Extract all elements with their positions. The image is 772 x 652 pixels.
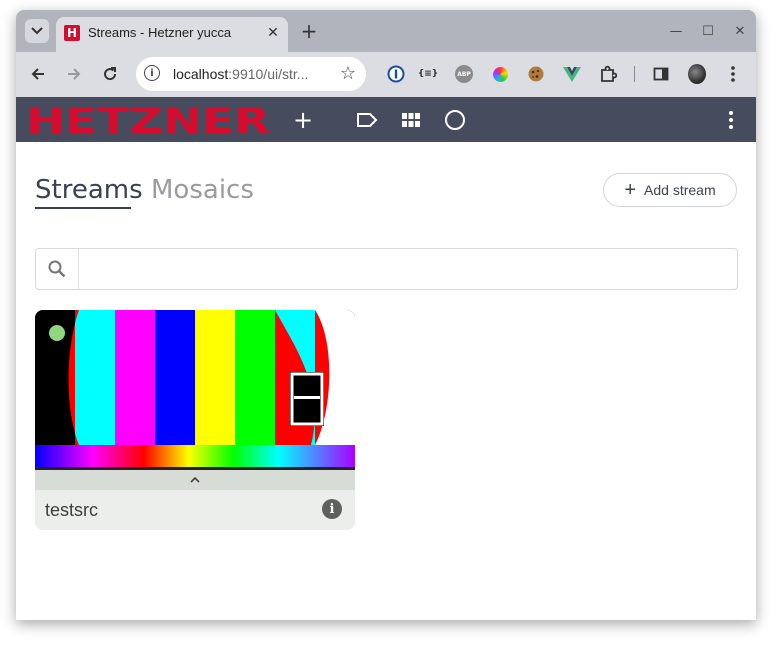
side-panel-icon[interactable] [652, 65, 670, 83]
cookie-icon[interactable] [527, 65, 545, 83]
maximize-icon[interactable]: ☐ [698, 21, 718, 41]
stream-card[interactable]: testsrc i [35, 310, 355, 530]
hetzner-logo[interactable]: HETZNER [26, 101, 272, 142]
label-tag-icon[interactable] [356, 109, 378, 131]
site-info-icon[interactable]: i [144, 65, 160, 81]
browser-toolbar: i localhost:9910/ui/str... ☆ {≡} ABP [16, 52, 756, 97]
window-close-icon[interactable]: ✕ [730, 21, 750, 41]
expand-toggle[interactable] [35, 470, 355, 490]
arrow-right-icon [68, 68, 81, 80]
browser-window: H Streams - Hetzner yucca ✕ + — ☐ ✕ i lo… [16, 10, 756, 620]
vue-devtools-icon[interactable] [563, 65, 581, 83]
app-bar: HETZNER + [16, 97, 756, 142]
add-stream-button[interactable]: + Add stream [603, 173, 737, 207]
tab-mosaics[interactable]: Mosaics [151, 175, 254, 205]
search-input[interactable] [80, 250, 734, 290]
forward-button[interactable] [62, 62, 86, 86]
active-tab-indicator [35, 207, 131, 209]
json-formatter-icon[interactable]: {≡} [418, 65, 438, 83]
stream-preview[interactable] [35, 310, 355, 470]
add-icon[interactable]: + [292, 106, 314, 134]
minimize-icon[interactable]: — [666, 21, 686, 41]
reload-icon [104, 67, 117, 81]
chevron-up-icon [190, 477, 200, 483]
tab-search-button[interactable] [25, 19, 49, 43]
extensions-puzzle-icon[interactable] [599, 65, 617, 83]
stream-name: testsrc [45, 500, 99, 520]
add-stream-label: Add stream [644, 182, 716, 198]
main-content: Streams Mosaics + Add stream testsrc i [16, 142, 756, 620]
tab-title: Streams - Hetzner yucca [88, 25, 232, 40]
stream-search [35, 248, 738, 290]
new-tab-button[interactable]: + [298, 19, 320, 43]
adblock-plus-icon[interactable]: ABP [455, 65, 473, 83]
hetzner-favicon-icon: H [64, 25, 80, 41]
plus-icon: + [624, 179, 637, 201]
profile-avatar-icon[interactable] [688, 64, 706, 84]
browser-tab[interactable]: H Streams - Hetzner yucca ✕ [56, 17, 288, 52]
1password-icon[interactable] [387, 65, 405, 83]
toolbar-divider [634, 66, 635, 82]
svg-text:HETZNER: HETZNER [26, 102, 270, 136]
reload-button[interactable] [98, 62, 122, 86]
adblock-label: ABP [455, 65, 473, 83]
arrow-left-icon [31, 68, 44, 80]
circle-icon[interactable] [444, 109, 466, 131]
address-bar[interactable]: i localhost:9910/ui/str... ☆ [136, 57, 366, 91]
color-picker-icon[interactable] [491, 65, 509, 83]
chevron-down-icon [31, 27, 43, 35]
bookmark-star-icon[interactable]: ☆ [340, 63, 356, 84]
back-button[interactable] [26, 62, 50, 86]
info-icon[interactable]: i [322, 499, 342, 519]
tab-streams[interactable]: Streams [35, 175, 143, 205]
close-tab-icon[interactable]: ✕ [264, 24, 282, 42]
more-menu-icon[interactable] [724, 65, 742, 83]
tab-strip: H Streams - Hetzner yucca ✕ + — ☐ ✕ [16, 10, 756, 52]
app-menu-icon[interactable] [720, 109, 742, 131]
stream-status-dot [49, 325, 65, 341]
url-text[interactable]: localhost:9910/ui/str... [173, 66, 308, 82]
grid-view-icon[interactable] [400, 109, 422, 131]
search-icon [36, 249, 79, 289]
